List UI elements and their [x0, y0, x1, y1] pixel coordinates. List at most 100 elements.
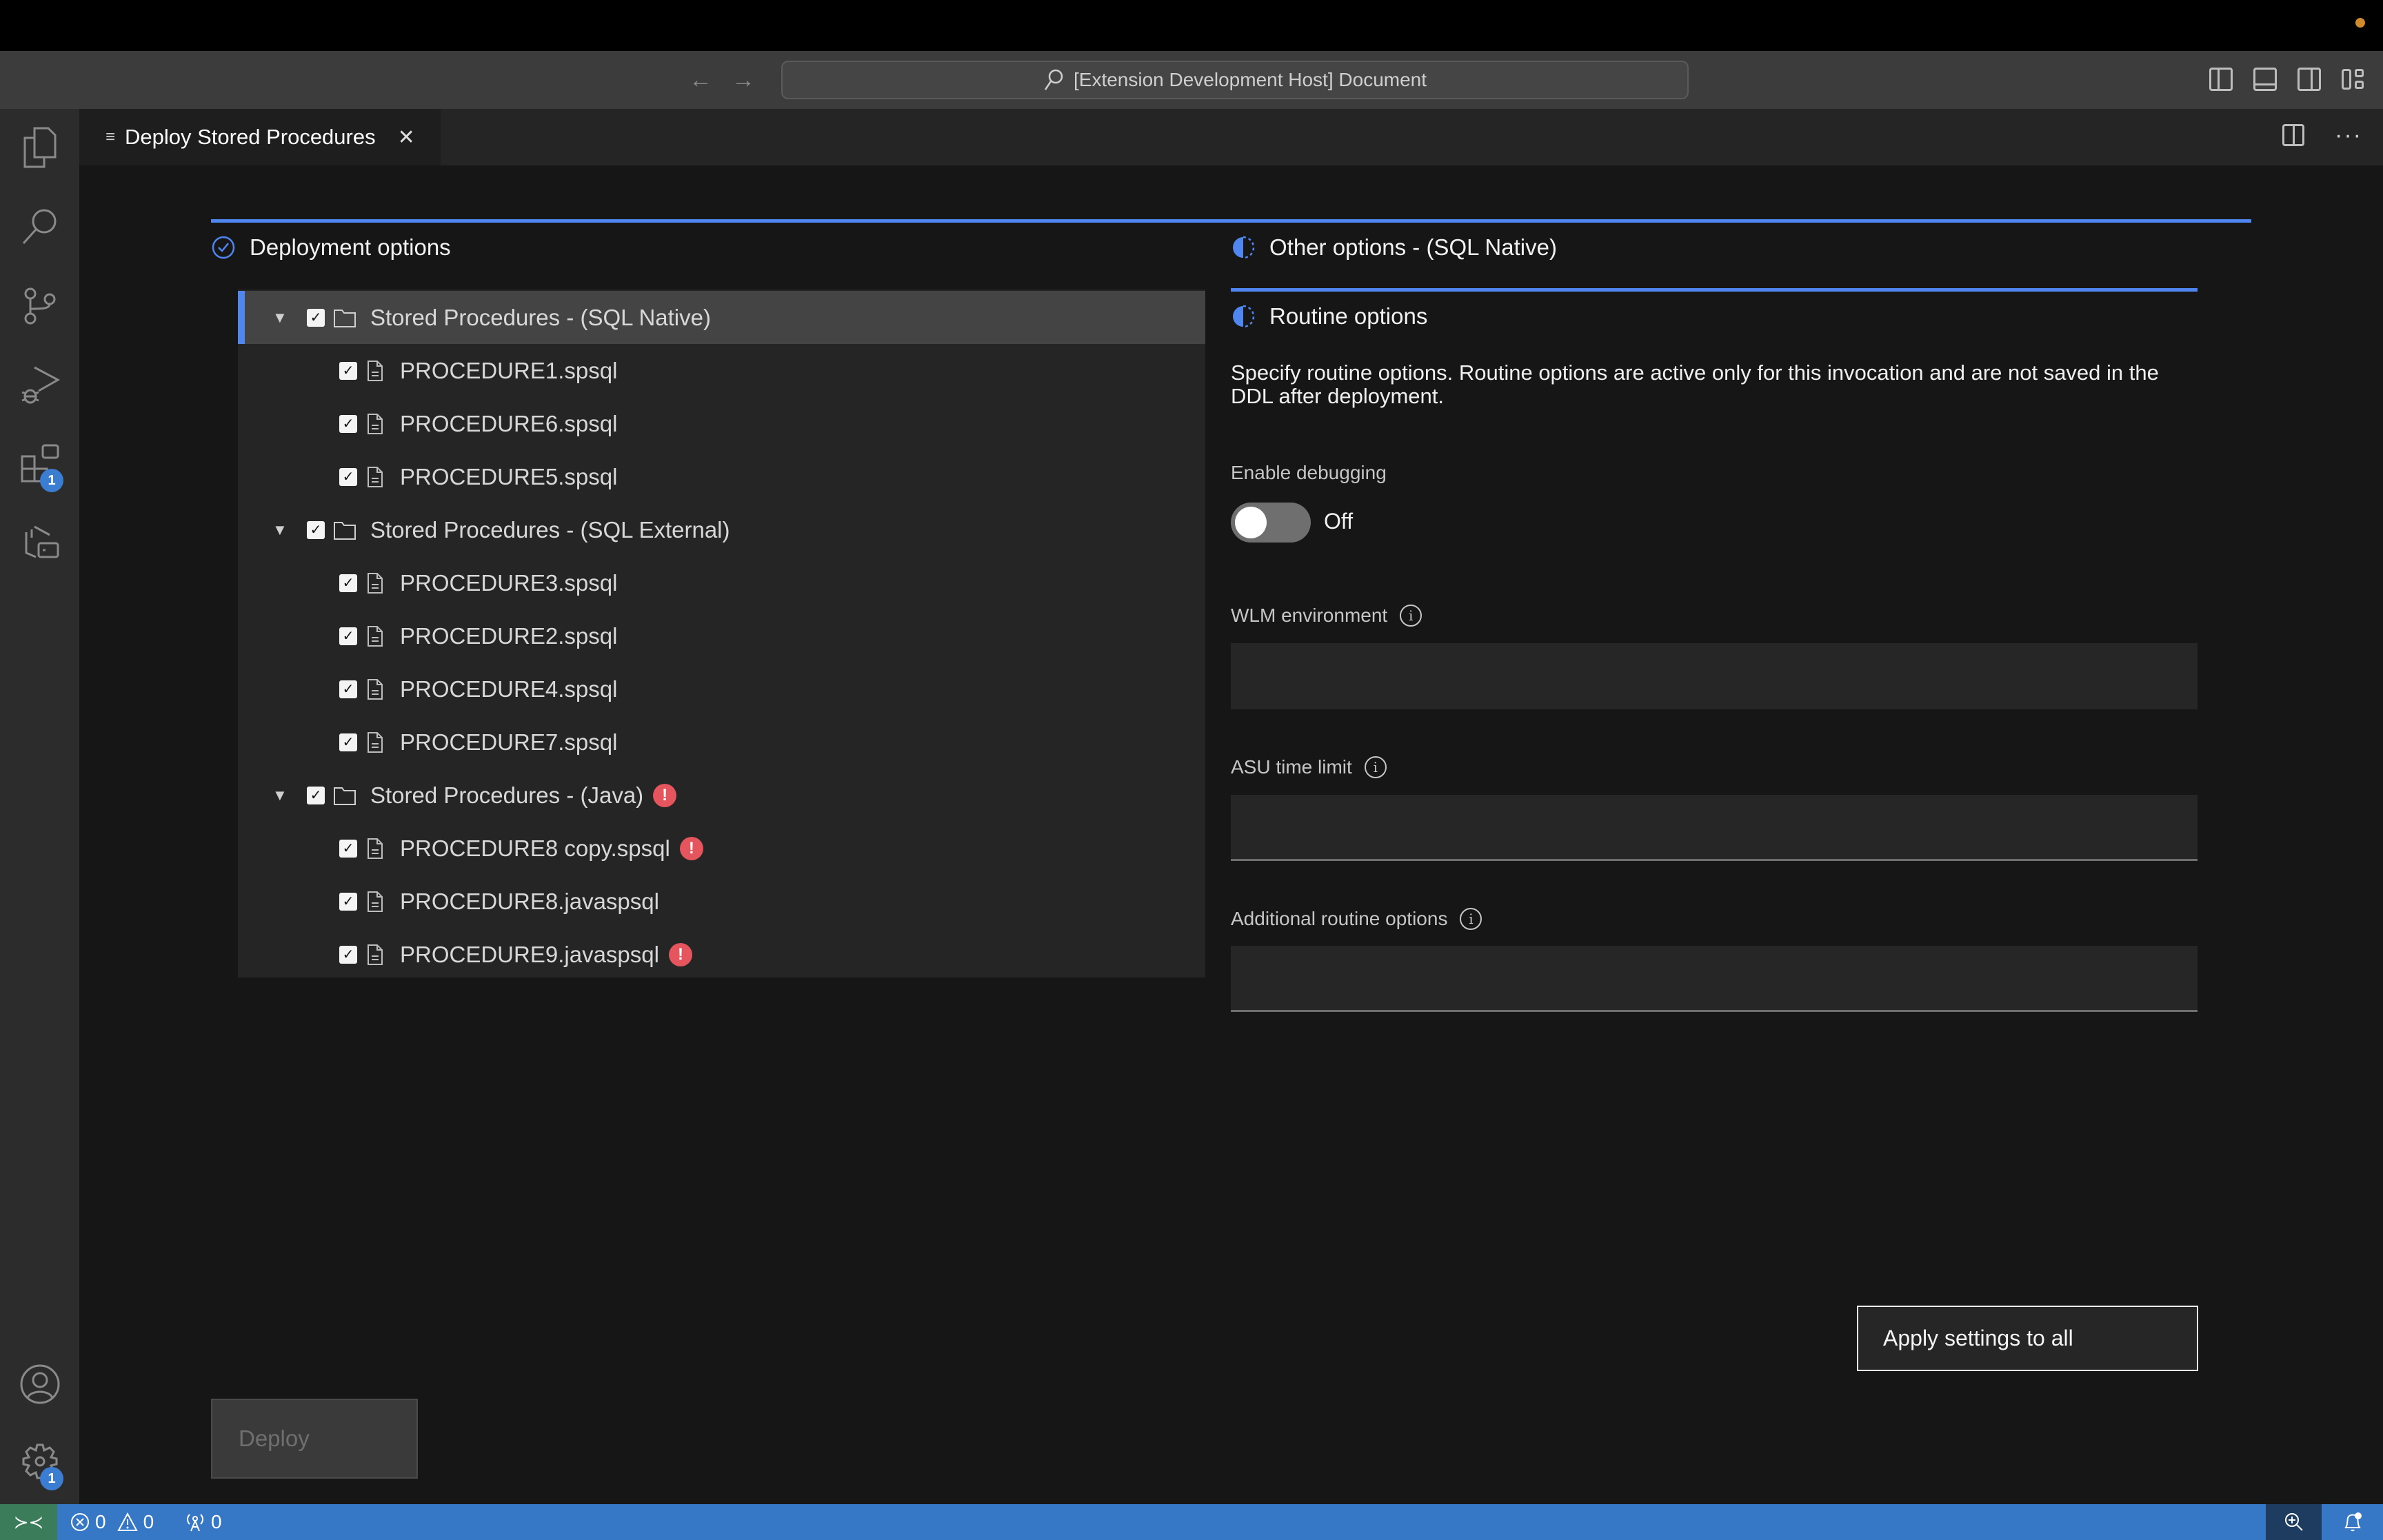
- file-icon: [367, 944, 383, 966]
- tree-file-row[interactable]: ✓ PROCEDURE8 copy.spsql!: [238, 822, 1205, 875]
- source-control-icon[interactable]: [15, 281, 65, 331]
- caret-down-icon[interactable]: ▼: [272, 787, 288, 802]
- file-checkbox[interactable]: ✓: [339, 945, 357, 964]
- extensions-badge: 1: [40, 469, 63, 492]
- tab-deploy-stored-procedures[interactable]: ≡ Deploy Stored Procedures ✕: [79, 109, 441, 165]
- deployment-options-step[interactable]: Deployment options: [211, 234, 451, 261]
- additional-routine-options-label: Additional routine options i: [1231, 908, 1482, 930]
- command-center[interactable]: [Extension Development Host] Document: [781, 61, 1689, 99]
- file-label: PROCEDURE8 copy.spsql: [400, 835, 670, 861]
- file-label: PROCEDURE7.spsql: [400, 729, 618, 755]
- file-icon: [367, 678, 383, 700]
- enable-debugging-toggle[interactable]: [1231, 503, 1311, 543]
- asu-time-limit-label: ASU time limit i: [1231, 756, 1387, 778]
- file-icon: [367, 466, 383, 488]
- activity-bar: 1 1: [0, 109, 79, 1504]
- error-count: 0: [95, 1511, 106, 1532]
- wlm-environment-input[interactable]: [1231, 643, 2198, 709]
- routine-options-step[interactable]: Routine options: [1231, 303, 1427, 330]
- more-actions-icon[interactable]: ···: [2335, 123, 2362, 147]
- extensions-icon[interactable]: 1: [15, 440, 65, 492]
- tree-file-row[interactable]: ✓ PROCEDURE2.spsql: [238, 609, 1205, 662]
- routine-options-title: Routine options: [1269, 303, 1428, 329]
- other-options-step[interactable]: Other options - (SQL Native): [1231, 234, 1557, 261]
- error-icon: !: [668, 942, 692, 966]
- tree-file-row[interactable]: ✓ PROCEDURE1.spsql: [238, 344, 1205, 397]
- back-arrow-icon[interactable]: ←: [688, 68, 713, 92]
- file-checkbox[interactable]: ✓: [339, 467, 357, 486]
- tree-file-row[interactable]: ✓ PROCEDURE9.javaspsql!: [238, 928, 1205, 981]
- file-label: PROCEDURE2.spsql: [400, 622, 618, 649]
- toggle-secondary-sidebar-icon[interactable]: [2297, 68, 2321, 91]
- file-checkbox[interactable]: ✓: [339, 839, 357, 858]
- info-icon[interactable]: i: [1400, 605, 1422, 627]
- folder-checkbox[interactable]: ✓: [307, 520, 325, 539]
- tree-folder-row[interactable]: ▼ ✓ Stored Procedures - (SQL Native): [238, 291, 1205, 344]
- tree-file-row[interactable]: ✓ PROCEDURE4.spsql: [238, 662, 1205, 716]
- file-icon: [367, 838, 383, 860]
- apply-settings-to-all-button[interactable]: Apply settings to all: [1857, 1306, 2198, 1371]
- info-icon[interactable]: i: [1364, 756, 1387, 778]
- manage-gear-icon[interactable]: 1: [15, 1438, 65, 1490]
- customize-layout-icon[interactable]: [2342, 68, 2365, 91]
- asu-time-limit-input[interactable]: [1231, 795, 2198, 861]
- search-icon[interactable]: [15, 202, 65, 252]
- wlm-environment-label-text: WLM environment: [1231, 605, 1388, 626]
- deploy-button[interactable]: Deploy: [211, 1399, 418, 1479]
- info-icon[interactable]: i: [1460, 908, 1482, 930]
- folder-label: Stored Procedures - (SQL External): [370, 516, 730, 543]
- ports-status[interactable]: 0: [185, 1504, 222, 1540]
- file-checkbox[interactable]: ✓: [339, 361, 357, 380]
- tree-folder-row[interactable]: ▼ ✓ Stored Procedures - (SQL External): [238, 503, 1205, 556]
- additional-routine-options-input[interactable]: [1231, 946, 2198, 1012]
- enable-debugging-label: Enable debugging: [1231, 462, 1387, 484]
- preview-doc-icon: ≡: [105, 128, 116, 146]
- file-label: PROCEDURE5.spsql: [400, 463, 618, 489]
- explorer-icon[interactable]: [15, 123, 65, 172]
- file-checkbox[interactable]: ✓: [339, 892, 357, 911]
- file-checkbox[interactable]: ✓: [339, 733, 357, 751]
- close-icon[interactable]: ✕: [398, 125, 415, 150]
- file-label: PROCEDURE8.javaspsql: [400, 888, 659, 914]
- zoom-button[interactable]: [2266, 1504, 2322, 1540]
- remote-indicator[interactable]: ≻≺: [0, 1504, 57, 1540]
- notifications-button[interactable]: [2322, 1504, 2383, 1540]
- remote-explorer-icon[interactable]: [15, 517, 65, 567]
- update-indicator-dot: [2355, 18, 2365, 28]
- tree-file-row[interactable]: ✓ PROCEDURE3.spsql: [238, 556, 1205, 609]
- warning-count: 0: [143, 1511, 154, 1532]
- manage-badge: 1: [40, 1467, 63, 1490]
- tree-file-row[interactable]: ✓ PROCEDURE5.spsql: [238, 450, 1205, 503]
- command-center-text: [Extension Development Host] Document: [1073, 69, 1427, 90]
- file-icon: [367, 891, 383, 913]
- folder-checkbox[interactable]: ✓: [307, 308, 325, 327]
- folder-checkbox[interactable]: ✓: [307, 786, 325, 804]
- toggle-panel-icon[interactable]: [2253, 68, 2277, 91]
- account-icon[interactable]: [15, 1359, 65, 1409]
- run-debug-icon[interactable]: [15, 361, 65, 410]
- enable-debugging-label-text: Enable debugging: [1231, 462, 1387, 483]
- ports-count: 0: [211, 1511, 222, 1532]
- forward-arrow-icon[interactable]: →: [731, 68, 756, 92]
- file-checkbox[interactable]: ✓: [339, 627, 357, 645]
- caret-down-icon[interactable]: ▼: [272, 522, 288, 537]
- problems-status[interactable]: 0 0: [70, 1504, 154, 1540]
- caret-down-icon[interactable]: ▼: [272, 310, 288, 325]
- routine-options-line: [1231, 288, 2198, 292]
- broadcast-icon: [185, 1512, 205, 1532]
- tree-file-row[interactable]: ✓ PROCEDURE8.javaspsql: [238, 875, 1205, 928]
- file-checkbox[interactable]: ✓: [339, 414, 357, 433]
- file-icon: [367, 360, 383, 382]
- file-icon: [367, 413, 383, 435]
- toggle-primary-sidebar-icon[interactable]: [2209, 68, 2233, 91]
- warning-icon: [117, 1512, 138, 1532]
- file-checkbox[interactable]: ✓: [339, 574, 357, 592]
- wlm-environment-label: WLM environment i: [1231, 605, 1422, 627]
- tree-file-row[interactable]: ✓ PROCEDURE6.spsql: [238, 397, 1205, 450]
- folder-label: Stored Procedures - (SQL Native): [370, 304, 711, 330]
- folder-icon: [333, 785, 356, 806]
- tree-file-row[interactable]: ✓ PROCEDURE7.spsql: [238, 716, 1205, 769]
- split-editor-icon[interactable]: [2282, 124, 2305, 146]
- file-checkbox[interactable]: ✓: [339, 680, 357, 698]
- tree-folder-row[interactable]: ▼ ✓ Stored Procedures - (Java)!: [238, 769, 1205, 822]
